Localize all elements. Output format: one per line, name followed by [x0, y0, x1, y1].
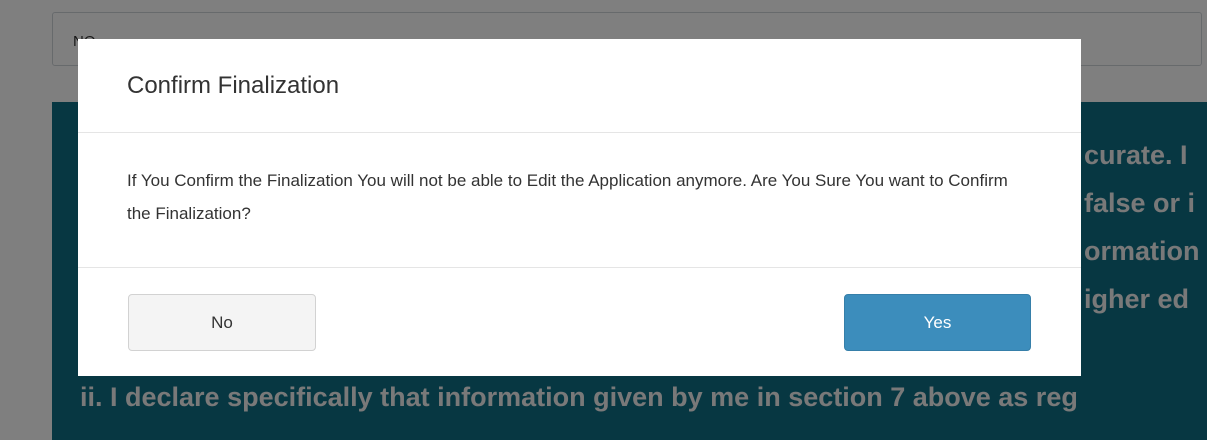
confirm-finalization-dialog: Confirm Finalization If You Confirm the …: [78, 39, 1081, 376]
modal-header: Confirm Finalization: [78, 39, 1081, 133]
yes-button[interactable]: Yes: [844, 294, 1031, 351]
modal-title: Confirm Finalization: [127, 72, 340, 99]
no-button[interactable]: No: [128, 294, 316, 351]
modal-footer: No Yes: [78, 268, 1081, 376]
modal-body: If You Confirm the Finalization You will…: [78, 133, 1081, 268]
modal-message: If You Confirm the Finalization You will…: [127, 171, 1008, 223]
